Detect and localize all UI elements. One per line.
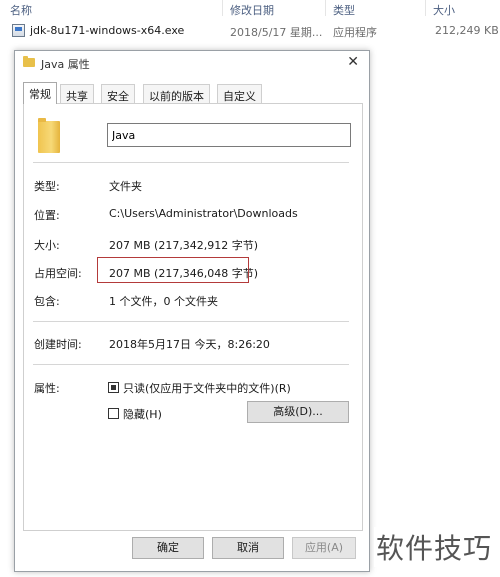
column-divider[interactable] <box>325 0 326 16</box>
tab-strip: 常规 共享 安全 以前的版本 自定义 <box>23 82 363 104</box>
folder-icon <box>23 56 35 67</box>
large-folder-icon <box>38 118 60 153</box>
tab-previous-versions[interactable]: 以前的版本 <box>143 84 210 103</box>
file-row[interactable]: jdk-8u171-windows-x64.exe 2018/5/17 星期..… <box>0 21 500 41</box>
close-icon[interactable]: ✕ <box>347 54 359 70</box>
readonly-label[interactable]: 只读(仅应用于文件夹中的文件)(R) <box>123 380 291 396</box>
tab-security[interactable]: 安全 <box>101 84 135 103</box>
hidden-checkbox[interactable] <box>108 408 119 419</box>
tab-general[interactable]: 常规 <box>23 82 57 104</box>
location-value: C:\Users\Administrator\Downloads <box>109 207 298 220</box>
watermark-text: 软件技巧 <box>373 527 494 567</box>
location-label: 位置: <box>34 209 60 222</box>
divider <box>33 364 349 365</box>
size-on-disk-label: 占用空间: <box>34 267 82 280</box>
column-modified[interactable]: 修改日期 <box>230 2 274 18</box>
column-size[interactable]: 大小 <box>433 2 455 18</box>
attributes-label: 属性: <box>34 382 60 395</box>
ok-button[interactable]: 确定 <box>132 537 204 559</box>
tab-customize[interactable]: 自定义 <box>217 84 262 103</box>
column-name[interactable]: 名称 <box>10 2 32 18</box>
divider <box>33 162 349 163</box>
file-name: jdk-8u171-windows-x64.exe <box>30 24 185 37</box>
dialog-titlebar[interactable]: Java 属性 ✕ <box>15 51 369 75</box>
contains-label: 包含: <box>34 295 60 308</box>
file-list-header: 名称 修改日期 类型 大小 <box>0 0 500 18</box>
cancel-button[interactable]: 取消 <box>212 537 284 559</box>
hidden-label[interactable]: 隐藏(H) <box>123 406 162 422</box>
column-type[interactable]: 类型 <box>333 2 355 18</box>
divider <box>33 321 349 322</box>
column-divider[interactable] <box>425 0 426 16</box>
contains-value: 1 个文件，0 个文件夹 <box>109 295 218 308</box>
created-label: 创建时间: <box>34 338 82 351</box>
file-modified: 2018/5/17 星期... <box>230 26 323 39</box>
folder-name-input[interactable] <box>107 123 351 147</box>
file-size: 212,249 KB <box>435 24 499 37</box>
highlight-box <box>97 257 249 283</box>
properties-dialog: Java 属性 ✕ 常规 共享 安全 以前的版本 自定义 类型: 文件夹 位置:… <box>14 50 370 572</box>
type-label: 类型: <box>34 180 60 193</box>
created-value: 2018年5月17日 今天，8:26:20 <box>109 338 270 351</box>
exe-file-icon <box>12 24 25 37</box>
readonly-checkbox[interactable] <box>108 382 119 393</box>
dialog-title: Java 属性 <box>41 58 90 71</box>
size-value: 207 MB (217,342,912 字节) <box>109 239 259 252</box>
tab-sharing[interactable]: 共享 <box>60 84 94 103</box>
apply-button[interactable]: 应用(A) <box>292 537 356 559</box>
column-divider[interactable] <box>222 0 223 16</box>
file-type: 应用程序 <box>333 26 377 39</box>
type-value: 文件夹 <box>109 180 142 193</box>
size-label: 大小: <box>34 239 60 252</box>
advanced-button[interactable]: 高级(D)... <box>247 401 349 423</box>
general-tab-panel <box>23 103 363 531</box>
